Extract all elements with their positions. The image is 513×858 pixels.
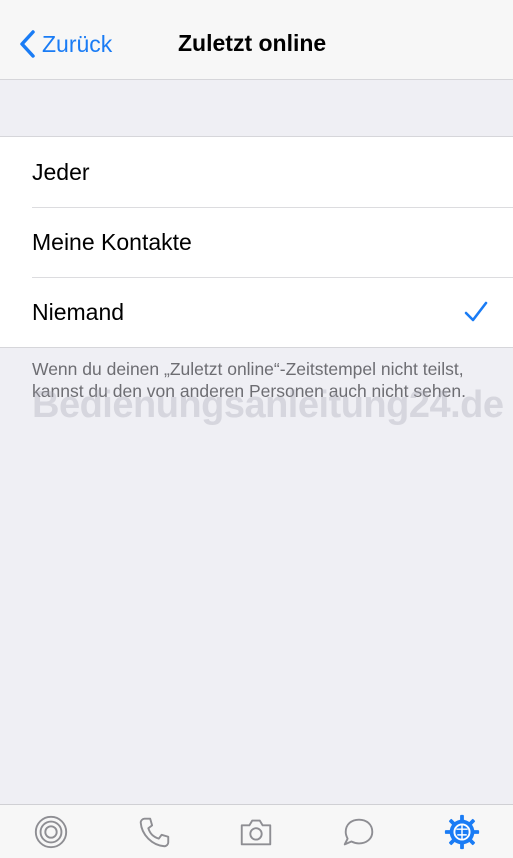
chevron-left-icon <box>20 30 35 58</box>
tab-status[interactable] <box>27 808 75 856</box>
option-everyone[interactable]: Jeder <box>0 137 513 207</box>
option-nobody[interactable]: Niemand <box>0 277 513 347</box>
phone-icon <box>139 817 170 847</box>
option-label: Jeder <box>32 158 90 185</box>
tab-calls[interactable] <box>130 808 178 856</box>
checkmark-icon <box>464 301 488 322</box>
tab-camera[interactable] <box>232 808 280 856</box>
option-label: Meine Kontakte <box>32 228 192 255</box>
page-title: Zuletzt online <box>178 30 327 56</box>
settings-icon <box>444 814 479 849</box>
privacy-options-list: Jeder Meine Kontakte Niemand <box>0 136 513 348</box>
camera-icon <box>241 819 272 845</box>
status-icon <box>35 815 68 848</box>
navigation-bar: Zurück Zuletzt online <box>0 0 513 80</box>
back-label: Zurück <box>42 30 113 57</box>
tab-settings[interactable] <box>438 808 486 856</box>
tab-bar <box>0 804 513 858</box>
option-my-contacts[interactable]: Meine Kontakte <box>0 207 513 277</box>
section-spacer <box>0 80 513 136</box>
watermark: Bedienungsanleitung24.de <box>32 384 504 426</box>
back-button[interactable]: Zurück <box>18 26 112 62</box>
chats-icon <box>343 818 374 845</box>
tab-chats[interactable] <box>335 808 383 856</box>
option-label: Niemand <box>32 298 125 325</box>
